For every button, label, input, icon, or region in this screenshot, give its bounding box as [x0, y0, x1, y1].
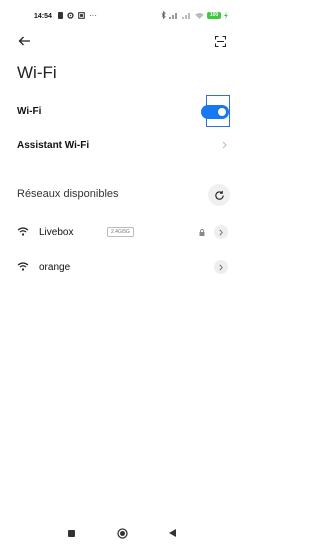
wifi-toggle[interactable] [201, 105, 229, 119]
battery-indicator: 100 [207, 11, 221, 19]
charging-icon [224, 11, 228, 19]
network-name: orange [39, 262, 71, 273]
network-item[interactable]: Livebox 2.4G/5G [0, 222, 245, 246]
wifi-label: Wi-Fi [17, 106, 42, 117]
assistant-wifi-label: Assistant Wi-Fi [17, 140, 90, 151]
scan-button[interactable] [209, 30, 231, 52]
assistant-wifi-row[interactable]: Assistant Wi-Fi [0, 134, 245, 158]
wifi-icon [17, 227, 29, 236]
chevron-right-icon [222, 141, 227, 149]
screenshot-icon [78, 12, 85, 19]
available-networks-label: Réseaux disponibles [17, 188, 119, 200]
refresh-icon [214, 190, 224, 200]
network-band-badge: 2.4G/5G [107, 227, 134, 237]
page-title: Wi-Fi [17, 63, 57, 82]
lock-icon [199, 229, 205, 236]
arrow-left-icon [18, 36, 30, 46]
qr-scan-icon [214, 35, 226, 47]
back-button[interactable] [13, 30, 35, 52]
status-right-icons: 100 [161, 11, 228, 19]
wifi-toggle-focus[interactable] [201, 95, 230, 127]
chevron-right-icon [219, 229, 223, 235]
status-bar: 14:54 ··· 100 [0, 0, 245, 30]
status-left-icons: ··· [58, 11, 97, 20]
network-item[interactable]: orange [0, 257, 245, 281]
network-details-button[interactable] [214, 260, 228, 274]
refresh-button[interactable] [208, 184, 230, 206]
toggle-knob [218, 108, 226, 116]
wifi-status-icon [195, 12, 204, 19]
circle-icon [116, 527, 128, 539]
network-details-button[interactable] [214, 225, 228, 239]
navigation-bar [0, 520, 245, 546]
network-name: Livebox [39, 227, 74, 238]
more-notifications: ··· [89, 11, 97, 20]
signal-icon [169, 12, 177, 19]
signal-2-icon [182, 12, 190, 19]
gear-icon [67, 12, 74, 19]
top-bar [0, 30, 245, 55]
chevron-right-icon [219, 264, 223, 270]
recents-button[interactable] [64, 526, 78, 540]
home-button[interactable] [115, 526, 129, 540]
status-time: 14:54 [34, 13, 52, 20]
triangle-back-icon [168, 529, 176, 537]
sim-icon [58, 12, 63, 19]
bluetooth-icon [161, 11, 166, 19]
back-nav-button[interactable] [165, 526, 179, 540]
square-icon [67, 529, 75, 537]
wifi-icon [17, 262, 29, 271]
